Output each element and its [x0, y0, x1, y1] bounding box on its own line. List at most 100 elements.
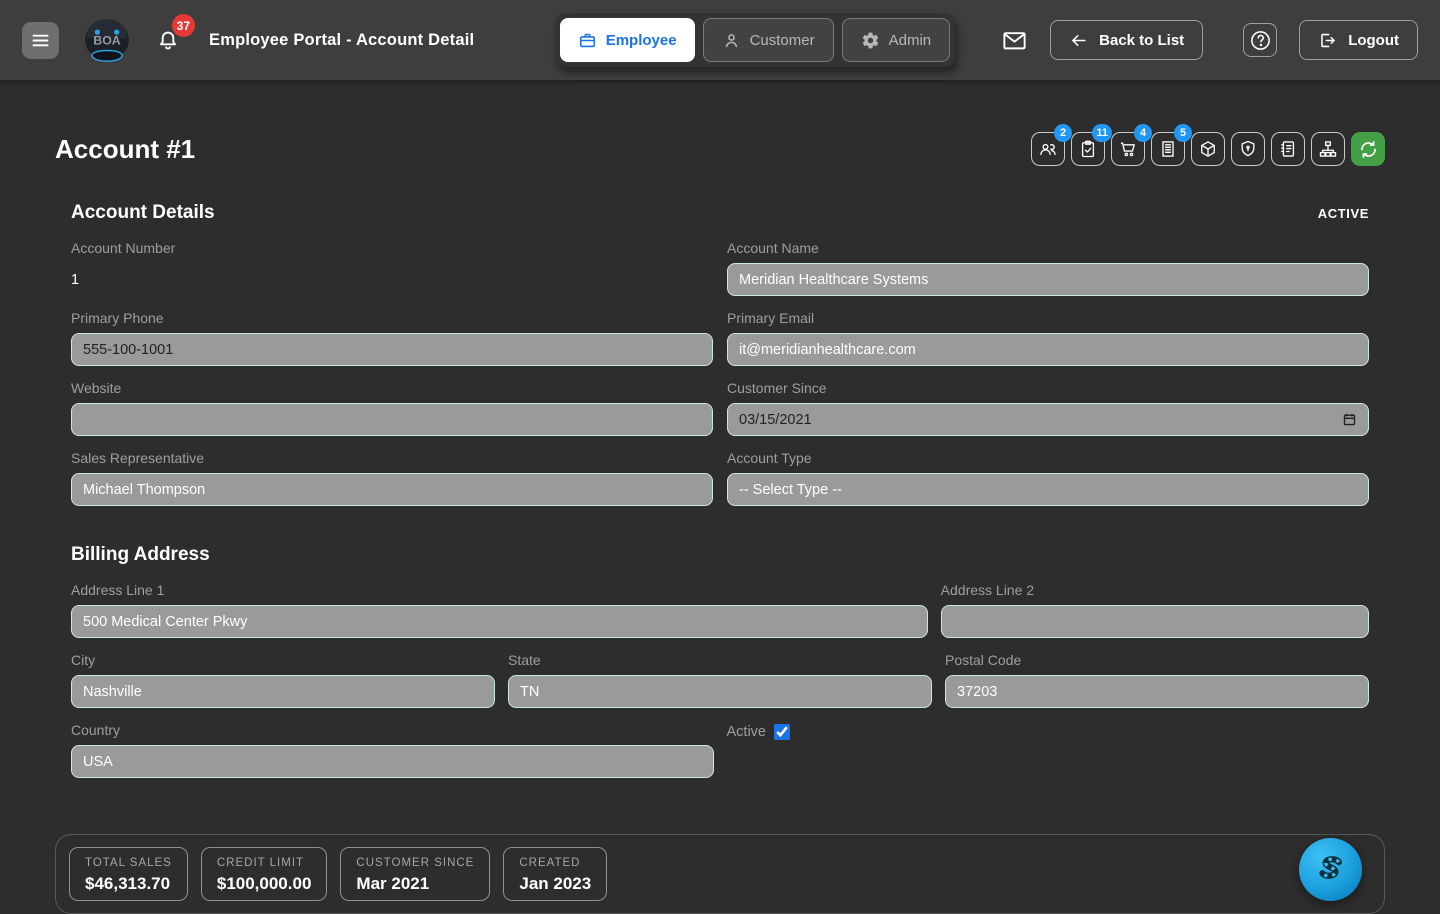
address-line2-label: Address Line 2	[941, 582, 1369, 598]
stat-value: $100,000.00	[217, 874, 312, 894]
mail-button[interactable]	[1001, 27, 1028, 54]
envelope-icon	[1001, 27, 1028, 54]
address-line2-input[interactable]	[941, 605, 1369, 638]
city-label: City	[71, 652, 495, 668]
sales-rep-input[interactable]	[71, 473, 713, 506]
customer-since-date-input[interactable]: 03/15/2021	[727, 403, 1369, 436]
tab-employee[interactable]: Employee	[560, 18, 695, 62]
primary-phone-field-group: Primary Phone	[71, 310, 713, 366]
package-icon	[1198, 139, 1218, 159]
stat-value: Mar 2021	[356, 874, 474, 894]
security-button[interactable]	[1231, 132, 1265, 166]
status-badge: ACTIVE	[1318, 206, 1369, 221]
active-label: Active	[727, 724, 767, 740]
sitemap-icon	[1318, 139, 1338, 159]
shield-icon	[1238, 139, 1258, 159]
account-details-title: Account Details	[71, 202, 215, 224]
account-number-value: 1	[71, 263, 713, 288]
clipboard-check-icon	[1078, 139, 1098, 159]
account-detail-page: Account #1 2 11	[0, 80, 1440, 914]
tab-admin[interactable]: Admin	[842, 18, 951, 62]
logout-icon	[1318, 31, 1337, 50]
city-input[interactable]	[71, 675, 495, 708]
stat-customer-since: CUSTOMER SINCE Mar 2021	[340, 847, 490, 901]
stat-value: $46,313.70	[85, 874, 172, 894]
billing-address-title: Billing Address	[71, 544, 1369, 566]
account-number-label: Account Number	[71, 240, 713, 256]
navbar-left-group: BOA 37 Employee Portal - Account Detail	[22, 12, 474, 68]
notes-button[interactable]	[1271, 132, 1305, 166]
products-button[interactable]	[1191, 132, 1225, 166]
account-type-field-group: Account Type -- Select Type --	[727, 450, 1369, 506]
contacts-count-badge: 2	[1054, 124, 1072, 142]
postal-code-input[interactable]	[945, 675, 1369, 708]
account-details-card: Account Details ACTIVE Account Number 1 …	[55, 202, 1385, 792]
orders-count-badge: 4	[1134, 124, 1152, 142]
address-line2-field-group: Address Line 2	[941, 582, 1369, 638]
snake-brand-logo	[1299, 838, 1362, 901]
customer-since-field-group: Customer Since 03/15/2021	[727, 380, 1369, 436]
journal-icon	[1278, 139, 1298, 159]
refresh-icon	[1358, 139, 1379, 160]
account-type-selected-value: -- Select Type --	[739, 482, 842, 498]
state-field-group: State	[508, 652, 932, 708]
invoices-count-badge: 5	[1174, 124, 1192, 142]
hierarchy-button[interactable]	[1311, 132, 1345, 166]
postal-code-label: Postal Code	[945, 652, 1369, 668]
back-to-list-label: Back to List	[1099, 32, 1184, 49]
menu-button[interactable]	[22, 22, 59, 59]
stat-label: CUSTOMER SINCE	[356, 857, 474, 869]
person-icon	[722, 31, 741, 50]
account-number-field-group: Account Number 1	[71, 240, 713, 296]
country-label: Country	[71, 722, 714, 738]
tasks-count-badge: 11	[1092, 124, 1112, 142]
refresh-button[interactable]	[1351, 132, 1385, 166]
logout-button[interactable]: Logout	[1299, 20, 1418, 60]
account-name-input[interactable]	[727, 263, 1369, 296]
boa-logo: BOA	[79, 12, 135, 68]
invoices-button[interactable]: 5	[1151, 132, 1185, 166]
address-line1-input[interactable]	[71, 605, 928, 638]
website-field-group: Website	[71, 380, 713, 436]
notification-badge: 37	[172, 14, 195, 37]
city-field-group: City	[71, 652, 495, 708]
stat-value: Jan 2023	[519, 874, 591, 894]
orders-button[interactable]: 4	[1111, 132, 1145, 166]
contacts-button[interactable]: 2	[1031, 132, 1065, 166]
primary-email-field-group: Primary Email	[727, 310, 1369, 366]
hamburger-icon	[30, 30, 51, 51]
account-name-field-group: Account Name	[727, 240, 1369, 296]
tasks-button[interactable]: 11	[1071, 132, 1105, 166]
customer-since-label: Customer Since	[727, 380, 1369, 396]
active-checkbox[interactable]	[774, 724, 790, 740]
gear-icon	[861, 31, 880, 50]
calendar-icon[interactable]	[1342, 412, 1357, 427]
tab-customer[interactable]: Customer	[703, 18, 834, 62]
primary-email-input[interactable]	[727, 333, 1369, 366]
back-to-list-button[interactable]: Back to List	[1050, 20, 1203, 60]
postal-code-field-group: Postal Code	[945, 652, 1369, 708]
address-line1-label: Address Line 1	[71, 582, 928, 598]
cart-icon	[1118, 139, 1138, 159]
sales-rep-label: Sales Representative	[71, 450, 713, 466]
address-line1-field-group: Address Line 1	[71, 582, 928, 638]
portal-tabs: Employee Customer Admin	[555, 13, 955, 67]
primary-phone-input[interactable]	[71, 333, 713, 366]
country-field-group: Country	[71, 722, 714, 778]
snake-s-icon	[1310, 849, 1352, 891]
tab-admin-label: Admin	[889, 32, 932, 49]
state-input[interactable]	[508, 675, 932, 708]
stat-label: CREATED	[519, 857, 591, 869]
account-stats-bar: TOTAL SALES $46,313.70 CREDIT LIMIT $100…	[55, 834, 1385, 914]
briefcase-icon	[578, 31, 597, 50]
website-input[interactable]	[71, 403, 713, 436]
stat-label: TOTAL SALES	[85, 857, 172, 869]
app-title: Employee Portal - Account Detail	[209, 31, 474, 50]
related-records-toolbar: 2 11 4	[1031, 132, 1385, 166]
state-label: State	[508, 652, 932, 668]
help-button[interactable]	[1243, 23, 1277, 57]
country-input[interactable]	[71, 745, 714, 778]
notifications-button[interactable]: 37	[155, 27, 181, 53]
logout-label: Logout	[1348, 32, 1399, 49]
account-type-select[interactable]: -- Select Type --	[727, 473, 1369, 506]
